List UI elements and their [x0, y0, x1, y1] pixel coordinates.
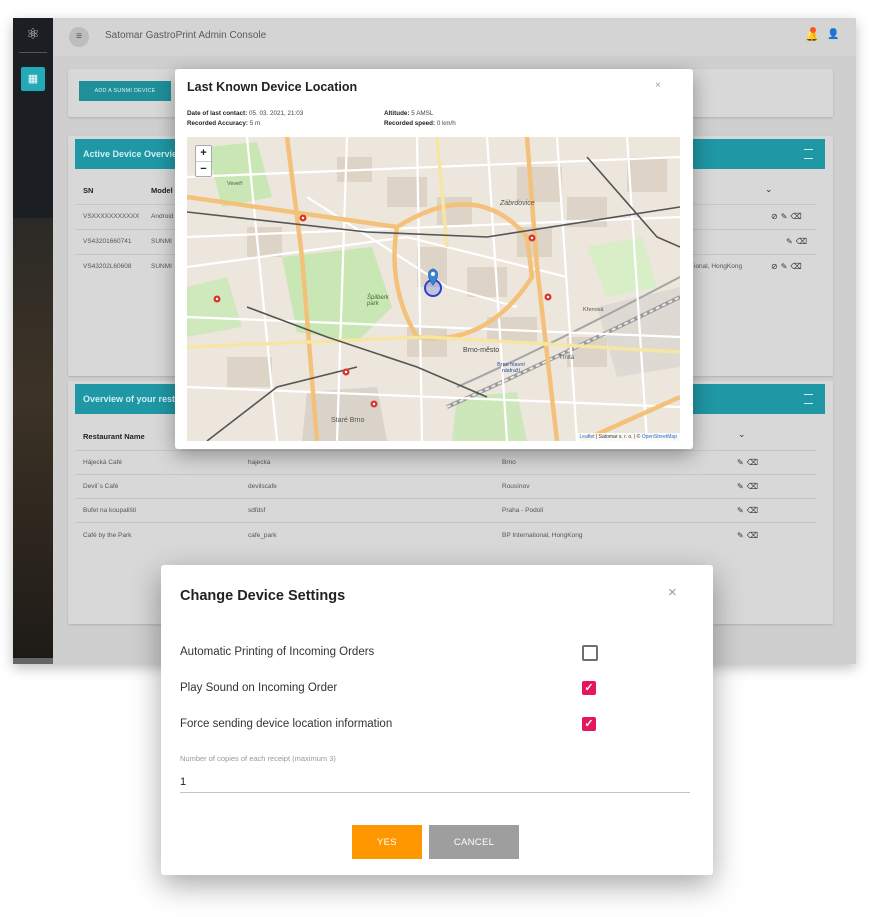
device-settings-dialog: Change Device Settings × Automatic Print…: [161, 565, 713, 875]
column-header-restaurant-name: Restaurant Name: [83, 432, 145, 441]
speed-value: 0 km/h: [436, 120, 456, 127]
map-view[interactable]: Zábrdovice Špilberk park Brno-město Brno…: [187, 137, 680, 441]
row-divider: [75, 450, 817, 451]
column-header-model: Model: [151, 186, 173, 195]
last-contact-label: Date of last contact:: [187, 110, 248, 117]
altitude-value: 5 AMSL: [411, 110, 434, 117]
map-label: Brno-město: [463, 347, 500, 354]
map-label: Zábrdovice: [500, 200, 535, 207]
side-rail: ⚛ ▦: [13, 18, 53, 664]
restaurant-login: devilscafe: [248, 483, 277, 490]
menu-icon[interactable]: ≡: [69, 27, 89, 47]
zoom-in-button[interactable]: +: [196, 146, 211, 162]
filter-icon[interactable]: [804, 394, 813, 404]
recorded-accuracy: Recorded Accuracy: 5 m: [187, 120, 260, 127]
device-model: SUNMI: [151, 238, 172, 245]
altitude-label: Altitude:: [384, 110, 410, 117]
device-model: SUNMI: [151, 263, 172, 270]
speed-label: Recorded speed:: [384, 120, 436, 127]
restaurant-name: Devil´s Café: [83, 483, 119, 490]
chevron-down-icon[interactable]: ⌄: [738, 429, 746, 440]
close-icon[interactable]: ×: [668, 584, 677, 601]
top-bar: ≡ Satomar GastroPrint Admin Console 🔔 👤: [53, 18, 856, 56]
altitude: Altitude: 5 AMSL: [384, 110, 433, 117]
dialog-title: Change Device Settings: [180, 588, 346, 604]
map-label: Špilberk park: [367, 295, 389, 307]
device-sn: VS43201660741: [83, 238, 132, 245]
last-contact: Date of last contact: 05. 03. 2021, 21:0…: [187, 110, 303, 117]
accuracy-value: 5 m: [249, 120, 261, 127]
play-sound-checkbox[interactable]: ✓: [582, 681, 596, 695]
device-location-dialog: Last Known Device Location × Date of las…: [175, 69, 693, 449]
react-logo-icon: ⚛: [26, 26, 40, 43]
yes-button[interactable]: YES: [352, 825, 422, 859]
option-play-sound-label: Play Sound on Incoming Order: [180, 682, 338, 694]
copies-field-label: Number of copies of each receipt (maximu…: [180, 754, 336, 763]
restaurant-city: Praha - Podolí: [502, 507, 544, 514]
copies-input[interactable]: [180, 772, 690, 793]
restaurant-name: Bufet na koupališti: [83, 507, 137, 514]
device-sn: VS43202L60608: [83, 263, 132, 270]
close-icon[interactable]: ×: [655, 80, 661, 91]
restaurant-city: BP International, HongKong: [502, 532, 583, 539]
last-contact-value: 05. 03. 2021, 21:03: [248, 110, 304, 117]
leaflet-link[interactable]: Leaflet: [580, 434, 595, 440]
restaurant-name: Hájecká Café: [83, 459, 123, 466]
rail-divider: [19, 52, 47, 53]
background-photo: [13, 218, 53, 664]
row-divider: [75, 498, 817, 499]
force-location-checkbox[interactable]: ✓: [582, 717, 596, 731]
map-tiles: [187, 137, 680, 441]
horizontal-scrollbar[interactable]: [13, 658, 53, 664]
row-actions[interactable]: ⊘✎⌫: [771, 212, 805, 221]
app-title: Satomar GastroPrint Admin Console: [105, 30, 267, 41]
restaurant-login: sdfdsf: [248, 507, 266, 514]
row-actions[interactable]: ✎⌫: [737, 458, 761, 467]
filter-icon[interactable]: [804, 149, 813, 159]
cancel-button[interactable]: CANCEL: [429, 825, 519, 859]
openstreetmap-link[interactable]: OpenStreetMap: [642, 434, 677, 440]
row-actions[interactable]: ✎⌫: [737, 531, 761, 540]
devices-card-title: Active Device Overview: [83, 149, 185, 159]
restaurants-card-title: Overview of your resta: [83, 394, 181, 404]
map-label: Staré Brno: [331, 417, 365, 424]
row-actions[interactable]: ✎⌫: [737, 506, 761, 515]
map-label: Křenová: [583, 307, 604, 313]
map-label: Trnitá: [559, 355, 575, 361]
restaurant-city: Brno: [502, 459, 516, 466]
column-header-sn: SN: [83, 186, 94, 195]
option-auto-print-label: Automatic Printing of Incoming Orders: [180, 646, 375, 658]
row-actions[interactable]: ⊘✎⌫: [771, 262, 805, 271]
attribution-text: | Satomar s. r. o. | ©: [594, 434, 642, 440]
add-device-button[interactable]: ADD A SUNMI DEVICE: [79, 81, 171, 101]
zoom-out-button[interactable]: −: [196, 162, 211, 177]
chevron-down-icon[interactable]: ⌄: [765, 184, 773, 195]
auto-print-checkbox[interactable]: [582, 645, 598, 661]
row-divider: [75, 474, 817, 475]
recorded-speed: Recorded speed: 0 km/h: [384, 120, 456, 127]
zoom-control: + −: [195, 145, 212, 177]
device-sn: VSXXXXXXXXXXX: [83, 213, 140, 220]
dashboard-icon[interactable]: ▦: [21, 67, 45, 91]
notification-badge: [810, 27, 816, 33]
map-label: Veveří: [227, 181, 243, 187]
restaurant-login: hajecka: [248, 459, 271, 466]
row-divider: [75, 522, 817, 523]
restaurant-name: Café by the Park: [83, 532, 132, 539]
restaurant-login: cafe_park: [248, 532, 277, 539]
map-label: Brno hlavní nádraží: [497, 362, 525, 374]
row-actions[interactable]: ✎⌫: [786, 237, 810, 246]
map-attribution: Leaflet | Satomar s. r. o. | © OpenStree…: [576, 433, 680, 441]
device-model: Android: [151, 213, 174, 220]
user-icon[interactable]: 👤: [827, 29, 839, 40]
option-force-location-label: Force sending device location informatio…: [180, 718, 393, 730]
dialog-title: Last Known Device Location: [187, 80, 358, 94]
row-actions[interactable]: ✎⌫: [737, 482, 761, 491]
device-location: ional, HongKong: [694, 263, 743, 270]
restaurant-city: Rousínov: [502, 483, 530, 490]
accuracy-label: Recorded Accuracy:: [187, 120, 249, 127]
